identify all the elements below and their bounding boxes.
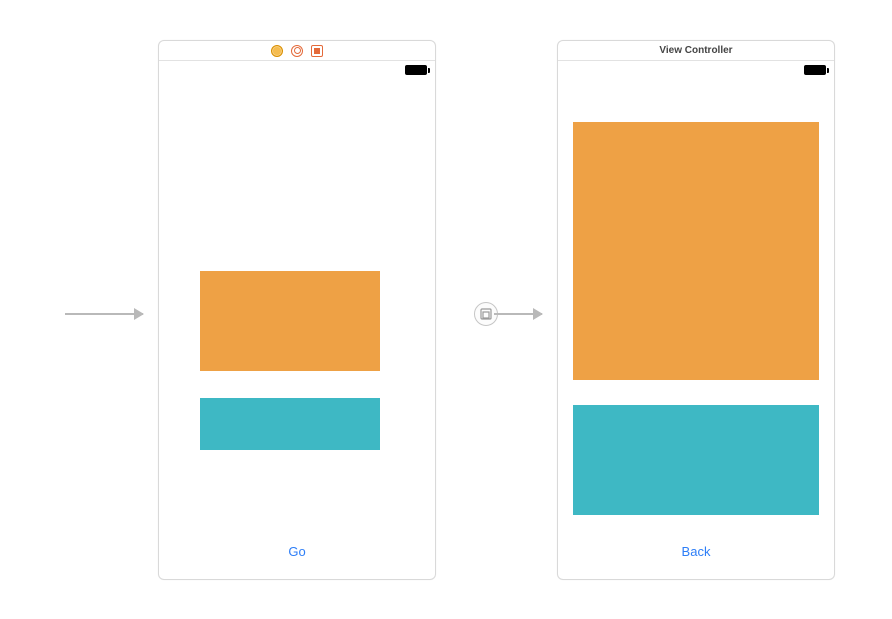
orange-view-right[interactable]	[573, 122, 819, 380]
scene-right-content[interactable]: Back	[558, 79, 834, 579]
scene-right-title: View Controller	[659, 45, 732, 56]
orange-view-left[interactable]	[200, 271, 380, 371]
status-bar	[159, 61, 435, 79]
scene-right-titlebar[interactable]: View Controller	[558, 41, 834, 61]
scene-right[interactable]: View Controller Back	[557, 40, 835, 580]
back-button[interactable]: Back	[558, 544, 834, 559]
battery-icon	[804, 65, 826, 75]
first-responder-icon	[271, 45, 283, 57]
teal-view-right[interactable]	[573, 405, 819, 515]
scene-left-content[interactable]: Go	[159, 79, 435, 579]
scene-left[interactable]: Go	[158, 40, 436, 580]
go-button[interactable]: Go	[159, 544, 435, 559]
scene-left-titlebar[interactable]	[159, 41, 435, 61]
battery-icon	[405, 65, 427, 75]
storyboard-entry-icon	[311, 45, 323, 57]
storyboard-canvas[interactable]: Go View Controller Back	[0, 0, 892, 619]
segue-present-icon	[480, 308, 492, 320]
exit-icon	[291, 45, 303, 57]
initial-scene-arrow	[65, 313, 143, 315]
teal-view-left[interactable]	[200, 398, 380, 450]
segue-arrow[interactable]	[494, 313, 542, 315]
status-bar	[558, 61, 834, 79]
